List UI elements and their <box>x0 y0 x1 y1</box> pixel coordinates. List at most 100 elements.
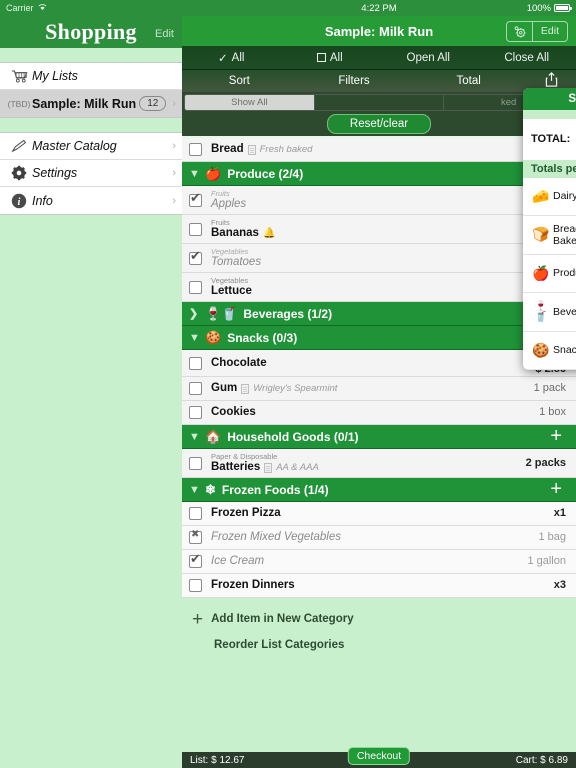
uncheck-all-button[interactable]: All <box>281 52 380 64</box>
item-quantity: 1 bag <box>538 531 566 543</box>
category-header-produce[interactable]: ▼ 🍎 Produce (2/4) + <box>182 162 576 186</box>
info-icon: i <box>6 193 32 209</box>
segment-middle[interactable] <box>313 93 445 111</box>
list-item[interactable]: Ice Cream 1 gallon <box>182 550 576 574</box>
item-checkbox[interactable] <box>189 248 202 265</box>
apple-icon: 🍎 <box>532 264 550 281</box>
sidebar-item-my-lists[interactable]: My Lists <box>0 63 182 90</box>
item-main: Frozen Mixed Vegetables <box>211 531 538 544</box>
clock-label: 4:22 PM <box>361 2 397 14</box>
item-note: Fresh baked <box>259 144 313 155</box>
cheese-icon: 🧀 <box>532 187 550 204</box>
shopping-list[interactable]: Bread Fresh baked 2 loaves ▼ 🍎 Produce (… <box>182 138 576 752</box>
sidebar-item-master-catalog[interactable]: Master Catalog › <box>0 133 182 160</box>
list-item[interactable]: Frozen Pizza x1 <box>182 502 576 526</box>
gear-icon[interactable] <box>505 20 532 42</box>
list-item[interactable]: Frozen Dinners x3 <box>182 574 576 598</box>
item-checkbox[interactable] <box>189 507 202 520</box>
pencil-icon <box>6 139 32 153</box>
item-main: Paper & Disposable Batteries AA & AAA <box>211 452 526 474</box>
sidebar-spacer-top <box>0 48 182 62</box>
category-header-snacks[interactable]: ▼ 🍪 Snacks (0/3) + <box>182 326 576 350</box>
shopping-totals-popover: Shopping Totals TOTAL: Items:5 / 17 List… <box>523 88 576 370</box>
add-item-icon[interactable]: + <box>550 479 562 499</box>
open-all-button[interactable]: Open All <box>379 52 478 64</box>
chevron-right-icon: › <box>172 97 176 110</box>
item-checkbox[interactable] <box>189 579 202 592</box>
sidebar-edit-button[interactable]: Edit <box>155 28 174 40</box>
edit-button[interactable]: Edit <box>531 20 568 42</box>
list-item[interactable]: Gum Wrigley's Spearmint 1 pack <box>182 377 576 401</box>
chevron-down-icon[interactable]: ▼ <box>189 168 205 180</box>
snowflake-icon: ❄ <box>205 481 216 497</box>
item-checkbox[interactable] <box>189 280 202 294</box>
item-name: Lettuce <box>211 285 252 297</box>
bread-icon: 🍞 <box>532 226 550 243</box>
list-item[interactable]: Bread Fresh baked 2 loaves <box>182 138 576 162</box>
sidebar-group-lists: My Lists (TBD) Sample: Milk Run 12 › <box>0 62 182 118</box>
note-icon <box>247 144 256 155</box>
reorder-categories-button[interactable]: Reorder List Categories <box>182 632 576 658</box>
segment-show-all[interactable]: Show All <box>184 93 314 111</box>
category-emoji-icon: 🍪 <box>205 329 222 345</box>
add-item-new-category-button[interactable]: + Add Item in New Category <box>182 606 576 632</box>
popover-title: Shopping Totals <box>523 88 576 110</box>
item-checkbox[interactable] <box>189 356 202 370</box>
item-main: Cookies <box>211 406 539 419</box>
add-item-icon[interactable]: + <box>550 426 562 446</box>
item-checkbox[interactable] <box>189 382 202 395</box>
item-checkbox[interactable] <box>189 222 202 236</box>
sidebar-item-info[interactable]: i Info › <box>0 187 182 214</box>
item-main: Vegetables Lettuce <box>211 276 554 298</box>
list-item[interactable]: Vegetables Lettuce x1 <box>182 273 576 302</box>
item-main: Chocolate <box>211 357 523 370</box>
list-item[interactable]: Vegetables Tomatoes x3 <box>182 244 576 273</box>
reminder-bell-icon: 🔔 <box>262 228 276 239</box>
item-name: Cookies <box>211 406 256 418</box>
popover-category-list[interactable]: 🧀 Dairy Items:1 / 2 List:$ 4.77 Cart:$ 3… <box>523 177 576 370</box>
category-header-household-goods[interactable]: ▼ 🏠 Household Goods (0/1) + <box>182 425 576 449</box>
category-header-frozen-foods[interactable]: ▼ ❄ Frozen Foods (1/4) + <box>182 478 576 502</box>
subnav-bar: ✓ All All Open All Close All <box>182 46 576 70</box>
category-header-beverages[interactable]: ❯ 🍷🥤 Beverages (1/2) + <box>182 302 576 326</box>
filter-segmented-control[interactable]: Show All ked <box>182 92 576 112</box>
popover-total-label: TOTAL: <box>531 132 571 145</box>
sidebar-status-bar: Carrier <box>0 0 182 16</box>
close-all-button[interactable]: Close All <box>478 52 576 64</box>
popover-section-label: Totals per Category <box>523 159 576 178</box>
item-checkbox[interactable] <box>189 406 202 419</box>
sidebar-item-settings[interactable]: Settings › <box>0 160 182 187</box>
item-checkbox-unavailable[interactable] <box>189 529 202 544</box>
sort-button[interactable]: Sort <box>182 75 297 87</box>
list-item[interactable]: Frozen Mixed Vegetables 1 bag <box>182 526 576 550</box>
reset-clear-button[interactable]: Reset/clear <box>326 114 432 134</box>
chevron-down-icon[interactable]: ▼ <box>189 484 205 496</box>
check-all-button[interactable]: ✓ All <box>182 51 281 65</box>
item-name: Gum <box>211 382 238 394</box>
checkout-button[interactable]: Checkout <box>347 747 411 765</box>
chevron-down-icon[interactable]: ▼ <box>189 431 205 443</box>
item-name-row: Batteries AA & AAA <box>211 461 526 474</box>
navbar: Sample: Milk Run Edit <box>182 16 576 46</box>
category-label: Snacks (0/3) <box>227 330 298 345</box>
item-checkbox[interactable] <box>189 456 202 470</box>
popover-category-name: Dairy <box>553 190 576 203</box>
sidebar-navbar: Shopping Edit <box>0 16 182 48</box>
chevron-down-icon[interactable]: ▼ <box>189 332 205 344</box>
item-checkbox[interactable] <box>189 190 202 207</box>
total-button[interactable]: Total <box>411 75 526 87</box>
category-emoji-icon: 🏠 <box>205 428 222 444</box>
list-item[interactable]: Fruits Bananas 🔔 2.5 lb $ 1.32 <box>182 215 576 244</box>
footer-cart-total: Cart: $ 6.89 <box>515 754 568 766</box>
sidebar-item-tbd-label: (TBD) <box>7 98 31 109</box>
item-checkbox[interactable] <box>189 143 202 156</box>
list-item[interactable]: Fruits Apples x3 <box>182 186 576 215</box>
sidebar-item-sample-milk-run[interactable]: (TBD) Sample: Milk Run 12 › <box>0 90 182 117</box>
list-item[interactable]: Chocolate 2 pieces $ 2.86 <box>182 350 576 377</box>
list-item[interactable]: Cookies 1 box <box>182 401 576 425</box>
list-item[interactable]: Paper & Disposable Batteries AA & AAA 2 … <box>182 449 576 478</box>
category-emoji-icon: 🍎 <box>205 165 222 181</box>
item-checkbox[interactable] <box>189 551 202 568</box>
filters-button[interactable]: Filters <box>297 75 412 87</box>
chevron-right-icon[interactable]: ❯ <box>189 307 205 320</box>
